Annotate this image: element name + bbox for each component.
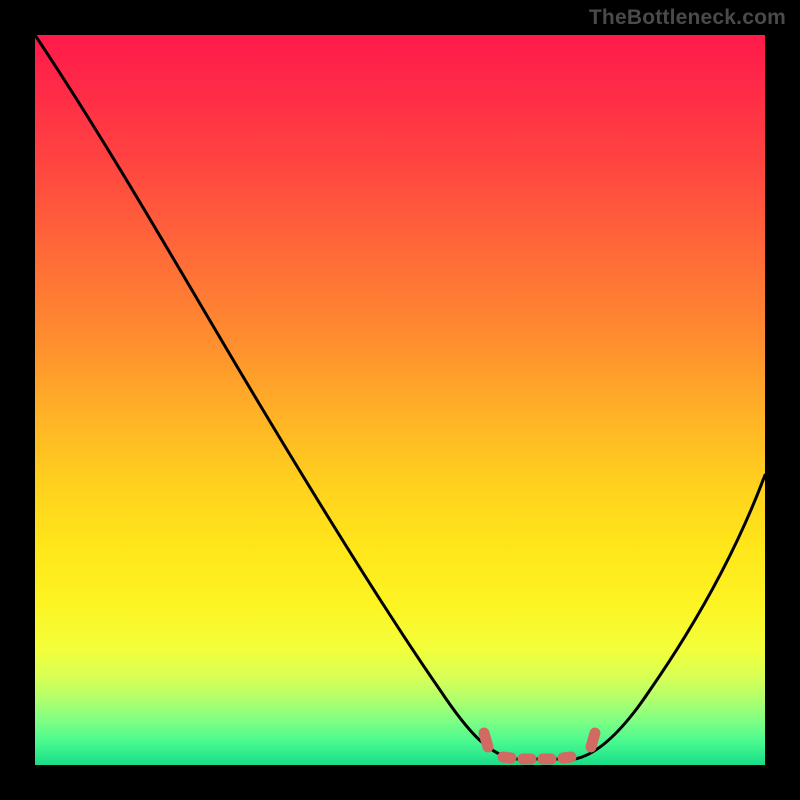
watermark-text: TheBottleneck.com	[589, 6, 786, 30]
marker-dot	[591, 733, 595, 747]
optimal-range-markers	[484, 733, 595, 759]
marker-dot	[484, 733, 488, 747]
plot-area	[35, 35, 765, 765]
curve-layer	[35, 35, 765, 765]
chart-frame: TheBottleneck.com	[0, 0, 800, 800]
bottleneck-curve	[35, 35, 765, 759]
marker-dot	[503, 757, 511, 758]
marker-dot	[563, 757, 571, 758]
